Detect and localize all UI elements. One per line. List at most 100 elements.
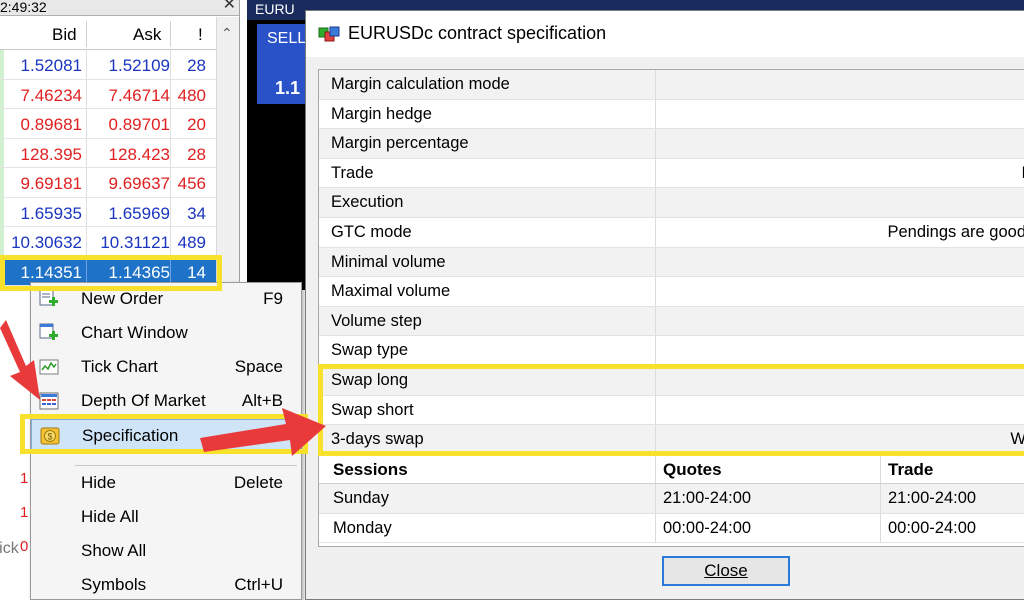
menu-item-hide-all[interactable]: Hide All — [31, 501, 301, 533]
new-order-icon — [39, 289, 58, 306]
spread-value: 28 — [187, 56, 206, 75]
arrow-pointer-icon — [0, 320, 40, 400]
quote-row[interactable]: 10.30632 10.31121 489 — [0, 227, 216, 257]
spec-row: Volume step — [319, 306, 1024, 337]
highlight-swap-rows — [318, 364, 1024, 456]
session-quotes: 00:00-24:00 — [663, 518, 752, 537]
session-day: Sunday — [333, 489, 389, 507]
spec-label: Margin calculation mode — [331, 75, 510, 93]
spec-row: Minimal volume — [319, 247, 1024, 278]
menu-item-chart-window[interactable]: Chart Window — [31, 317, 301, 349]
spec-label: Maximal volume — [331, 282, 451, 301]
spec-row: Trade I — [319, 158, 1024, 189]
menu-item-shortcut: F9 — [263, 289, 283, 308]
quote-row[interactable]: 9.69181 9.69637 456 — [0, 168, 216, 198]
spec-row: Swap type — [319, 336, 1024, 366]
sell-price[interactable]: 1.1 — [257, 54, 307, 104]
quote-row[interactable]: 0.89681 0.89701 20 — [0, 109, 216, 139]
spec-label: Swap type — [331, 341, 409, 360]
spread-value: 456 — [177, 174, 206, 193]
spec-row: Margin calculation mode — [319, 70, 1024, 100]
menu-item-hide[interactable]: Hide Delete — [31, 467, 301, 499]
quote-row[interactable]: 7.46234 7.46714 480 — [0, 79, 216, 109]
dialog-title: EURUSDc contract specification — [348, 23, 607, 43]
menu-item-label: Hide — [81, 473, 116, 492]
market-watch-header: Bid Ask ! — [0, 17, 239, 50]
spec-row: Margin hedge — [319, 99, 1024, 130]
menu-item-shortcut: Ctrl+U — [234, 575, 283, 594]
session-quotes: 21:00-24:00 — [663, 489, 752, 507]
spec-row: Maximal volume — [319, 277, 1024, 307]
tab-tick[interactable]: Tick — [0, 540, 30, 566]
sell-label: SELL — [267, 30, 307, 47]
menu-item-label: New Order — [81, 289, 164, 308]
spec-label: Trade — [331, 163, 374, 182]
bid-value: 10.30632 — [11, 233, 82, 252]
bid-value: 7.46234 — [20, 85, 82, 105]
menu-item-shortcut: Space — [234, 357, 283, 376]
market-watch-titlebar: 2:49:32 ✕ — [0, 0, 239, 16]
menu-item-label: Tick Chart — [81, 357, 158, 376]
dialog-titlebar[interactable]: EURUSDc contract specification — [306, 11, 1024, 57]
ask-value: 128.423 — [108, 144, 170, 164]
spec-label: Margin hedge — [331, 104, 432, 123]
spec-row: GTC mode Pendings are good — [319, 218, 1024, 248]
menu-separator — [75, 465, 297, 466]
column-header-spread[interactable]: ! — [198, 25, 203, 45]
ask-value: 9.69637 — [108, 174, 170, 193]
arrow-pointer-icon — [200, 408, 326, 456]
column-header-bid[interactable]: Bid — [52, 25, 77, 45]
menu-item-label: Depth Of Market — [81, 391, 206, 410]
quotes-col-header: Quotes — [663, 460, 722, 479]
ask-value: 10.31121 — [100, 233, 170, 252]
menu-item-label: Symbols — [81, 575, 147, 594]
close-button-label: Close — [704, 561, 748, 580]
contract-specification-dialog: EURUSDc contract specification Margin ca… — [305, 10, 1024, 600]
spread-value: 480 — [177, 85, 206, 105]
sell-button[interactable]: SELL — [257, 24, 307, 54]
market-watch-rows: 1.52081 1.52109 28 7.46234 7.46714 480 0… — [0, 50, 216, 286]
session-trade: 00:00-24:00 — [888, 518, 977, 537]
session-row: Monday 00:00-24:00 00:00-24:00 — [319, 513, 1024, 543]
spread-value: 489 — [177, 233, 206, 252]
spec-label: Margin percentage — [331, 134, 469, 153]
bid-value: 1.52081 — [20, 56, 82, 75]
quote-row[interactable]: 128.395 128.423 28 — [0, 138, 216, 168]
menu-item-label: Show All — [81, 541, 147, 560]
spec-label: Volume step — [331, 311, 422, 330]
spread-value: 20 — [187, 115, 206, 134]
menu-item-label: Chart Window — [81, 323, 188, 342]
highlight-selected-quote — [0, 255, 222, 291]
close-icon[interactable]: ✕ — [223, 0, 236, 13]
bid-value: 128.395 — [20, 144, 82, 164]
session-trade: 21:00-24:00 — [888, 489, 977, 507]
close-button[interactable]: Close — [662, 556, 790, 586]
spec-value: Pendings are good — [887, 223, 1024, 241]
sell-price-value: 1.1 — [275, 78, 301, 98]
chevron-up-icon[interactable]: ⌃ — [221, 25, 233, 42]
menu-item-symbols[interactable]: Symbols Ctrl+U — [31, 569, 301, 600]
menu-item-show-all[interactable]: Show All — [31, 535, 301, 567]
ask-value: 7.46714 — [108, 85, 170, 105]
spec-row: Margin percentage — [319, 129, 1024, 159]
chart-title: EURU — [255, 1, 295, 17]
menu-item-shortcut: Delete — [233, 473, 283, 492]
column-header-ask[interactable]: Ask — [133, 25, 161, 45]
spread-value: 28 — [187, 144, 206, 164]
trade-col-header: Trade — [888, 460, 934, 479]
spec-row: Execution — [319, 188, 1024, 218]
spec-label: GTC mode — [331, 223, 412, 241]
spec-label: Execution — [331, 193, 404, 212]
menu-item-label: Hide All — [81, 507, 139, 526]
symbol-spec-icon — [318, 26, 340, 42]
menu-item-tick-chart[interactable]: Tick Chart Space — [31, 351, 301, 383]
spread-value: 34 — [187, 203, 206, 223]
session-day: Monday — [333, 518, 392, 537]
bid-value: 1.65935 — [20, 203, 82, 223]
ask-value: 1.65969 — [108, 203, 170, 223]
spec-label: Minimal volume — [331, 252, 446, 271]
quote-row[interactable]: 1.65935 1.65969 34 — [0, 197, 216, 227]
quote-row[interactable]: 1.52081 1.52109 28 — [0, 50, 216, 80]
sessions-col-header: Sessions — [333, 460, 408, 479]
ask-value: 0.89701 — [108, 115, 170, 134]
